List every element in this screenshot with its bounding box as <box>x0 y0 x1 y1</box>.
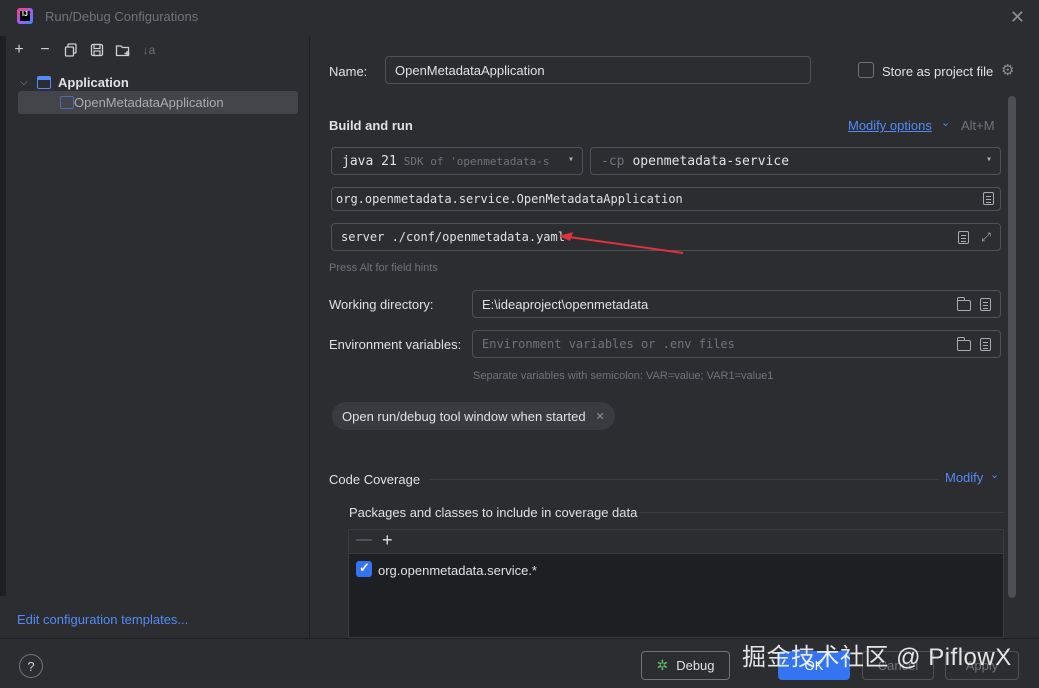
chevron-down-icon: ▾ <box>567 154 574 165</box>
cp-value: openmetadata-service <box>632 153 790 169</box>
configuration-form: Name: OpenMetadataApplication Store as p… <box>311 36 1039 638</box>
build-and-run-title: Build and run <box>329 118 413 133</box>
watermark: 掘金技术社区 @ PiflowX <box>742 644 1012 671</box>
name-field[interactable]: OpenMetadataApplication <box>385 56 811 84</box>
copy-icon[interactable] <box>63 42 79 58</box>
sort-icon[interactable]: ↓a <box>141 42 157 58</box>
modify-options-shortcut: Alt+M <box>961 118 995 133</box>
code-coverage-title: Code Coverage <box>329 472 421 487</box>
main-class-field[interactable]: org.openmetadata.service.OpenMetadataApp… <box>331 187 1001 211</box>
store-as-project-label: Store as project file <box>882 64 994 79</box>
run-tool-window-label: Open run/debug tool window when started <box>342 408 586 424</box>
debug-label: Debug <box>676 658 715 673</box>
window-title: Run/Debug Configurations <box>45 9 199 24</box>
jdk-detail: SDK of 'openmetadata-s <box>403 154 550 168</box>
divider <box>429 479 939 480</box>
scrollbar[interactable] <box>1008 96 1016 598</box>
save-icon[interactable] <box>89 42 105 58</box>
gear-icon[interactable]: ⚙ <box>1001 61 1014 79</box>
application-icon <box>60 96 74 109</box>
folder-icon[interactable] <box>957 337 971 351</box>
modify-options-link[interactable]: Modify options <box>848 118 932 133</box>
name-label: Name: <box>329 64 368 79</box>
annotation-arrow <box>559 232 684 254</box>
close-icon[interactable]: ✕ <box>1010 7 1025 28</box>
insert-macro-icon[interactable] <box>980 298 991 311</box>
tree-item-label: OpenMetadataApplication <box>74 95 224 110</box>
package-item: org.openmetadata.service.* <box>378 563 537 578</box>
run-tool-window-option[interactable]: Open run/debug tool window when started … <box>332 402 615 430</box>
tree-item-openmetadata-application[interactable]: OpenMetadataApplication <box>18 91 298 114</box>
application-icon <box>37 75 51 89</box>
browse-icon[interactable] <box>983 192 994 205</box>
edit-variables-icon[interactable] <box>980 338 991 351</box>
chevron-down-icon: ▾ <box>985 154 992 165</box>
store-as-project-checkbox[interactable] <box>858 62 874 78</box>
sidebar-toolbar: + − ↓a <box>11 40 157 60</box>
new-folder-icon[interactable] <box>115 42 131 58</box>
jdk-select[interactable]: java 21 SDK of 'openmetadata-s ▾ <box>331 147 583 175</box>
chevron-down-icon[interactable]: ⌵ <box>20 77 30 88</box>
remove-option-icon[interactable]: ✕ <box>596 410 605 423</box>
add-icon[interactable]: + <box>11 41 27 58</box>
tree-item-application[interactable]: ⌵ Application <box>20 72 129 92</box>
coverage-modify-link[interactable]: Modify <box>945 470 983 485</box>
title-bar: IJ Run/Debug Configurations ✕ <box>0 0 1039 36</box>
package-checkbox[interactable] <box>356 560 372 577</box>
divider <box>639 512 1004 513</box>
working-directory-field[interactable]: E:\ideaproject\openmetadata <box>472 290 1001 318</box>
remove-icon[interactable]: − <box>37 41 53 58</box>
debug-button[interactable]: ✲ Debug <box>641 651 730 680</box>
add-icon[interactable]: + <box>382 530 393 551</box>
tree-item-application-label: Application <box>58 74 129 90</box>
environment-variables-hint: Separate variables with semicolon: VAR=v… <box>473 370 774 382</box>
intellij-logo-icon: IJ <box>17 8 33 24</box>
classpath-select[interactable]: -cp openmetadata-service ▾ <box>590 147 1001 175</box>
coverage-table-toolbar: — + <box>349 530 1003 554</box>
environment-variables-placeholder: Environment variables or .env files <box>482 337 735 351</box>
working-directory-label: Working directory: <box>329 297 434 312</box>
working-directory-value: E:\ideaproject\openmetadata <box>482 296 649 312</box>
expand-text-icon[interactable] <box>958 231 969 244</box>
help-button[interactable]: ? <box>19 654 43 678</box>
edit-templates-link[interactable]: Edit configuration templates... <box>17 612 188 627</box>
cp-prefix: -cp <box>601 153 625 169</box>
folder-icon[interactable] <box>957 297 971 311</box>
jdk-main: java 21 <box>342 153 397 169</box>
environment-variables-field[interactable]: Environment variables or .env files <box>472 330 1001 358</box>
configurations-sidebar: + − ↓a ⌵ Application OpenMetadataApplica… <box>6 36 310 638</box>
chevron-down-icon[interactable]: ⌄ <box>941 116 950 129</box>
expand-icon[interactable]: ⤢ <box>979 230 993 244</box>
chevron-down-icon[interactable]: ⌄ <box>990 468 999 481</box>
coverage-packages-table: — + org.openmetadata.service.* <box>348 529 1004 638</box>
bug-icon: ✲ <box>656 657 669 673</box>
environment-variables-label: Environment variables: <box>329 337 462 352</box>
name-value: OpenMetadataApplication <box>395 62 545 78</box>
remove-icon[interactable]: — <box>356 531 372 549</box>
field-hint: Press Alt for field hints <box>329 262 438 274</box>
program-arguments-value: server ./conf/openmetadata.yaml <box>341 230 565 244</box>
main-class-value: org.openmetadata.service.OpenMetadataApp… <box>336 192 683 206</box>
packages-label: Packages and classes to include in cover… <box>349 505 638 520</box>
